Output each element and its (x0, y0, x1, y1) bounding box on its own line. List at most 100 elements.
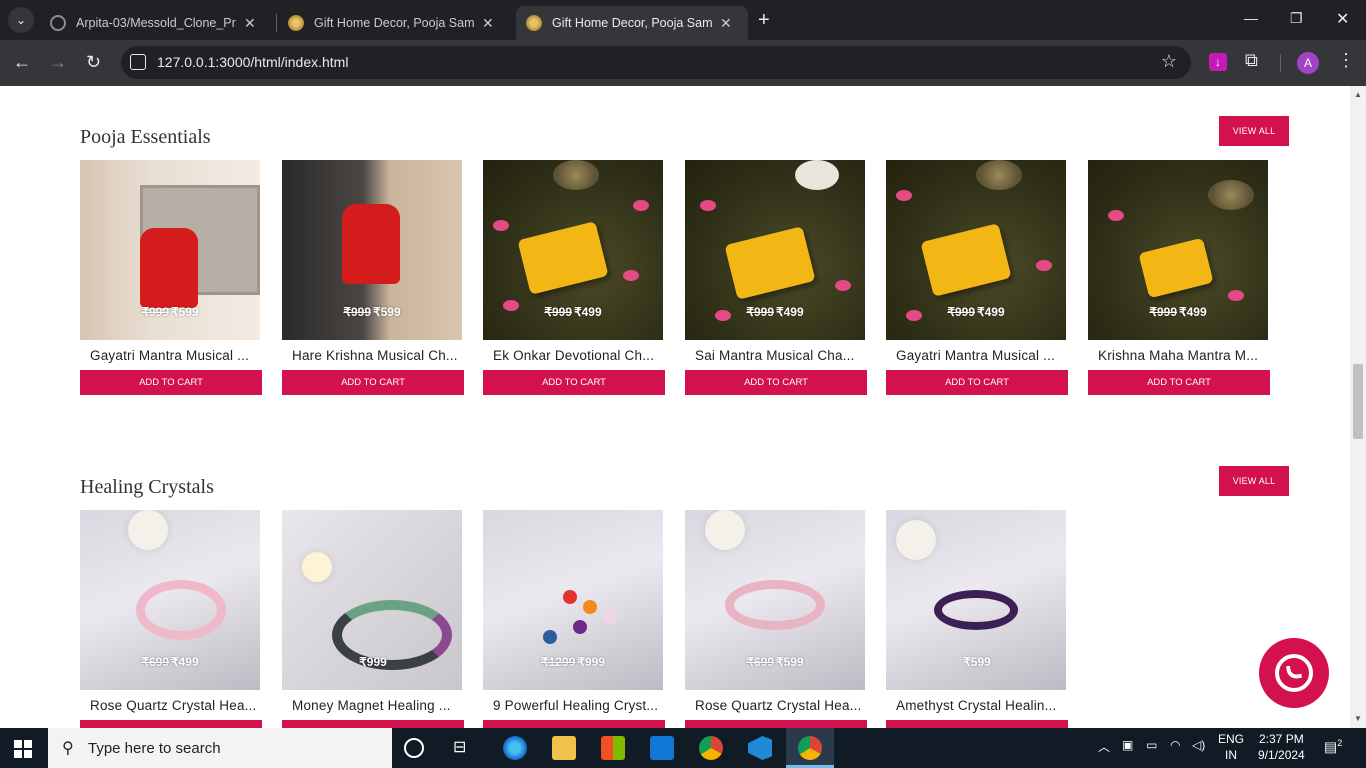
more-menu-icon[interactable]: ⋮ (1337, 50, 1355, 71)
address-bar[interactable]: 127.0.0.1:3000/html/index.html ☆ (121, 46, 1191, 79)
tab-gift-home-decor[interactable]: Gift Home Decor, Pooja Samagr ✕ (278, 6, 512, 40)
product-name[interactable]: Ek Onkar Devotional Ch... (483, 348, 663, 363)
add-to-cart-button[interactable]: ADD TO CART (685, 370, 867, 395)
whatsapp-chat-button[interactable] (1259, 638, 1329, 708)
product-price: ₹599 (963, 655, 991, 669)
product-name[interactable]: Rose Quartz Crystal Hea... (685, 698, 865, 713)
product-image[interactable]: ₹699 ₹599 (685, 510, 865, 690)
product-image[interactable]: ₹999 ₹599 (80, 160, 260, 340)
volume-icon[interactable]: ◁) (1192, 738, 1205, 752)
site-info-icon[interactable] (130, 54, 146, 70)
product-image[interactable]: ₹999 ₹499 (886, 160, 1066, 340)
product-image[interactable]: ₹1299 ₹999 (483, 510, 663, 690)
bookmark-star-icon[interactable]: ☆ (1161, 51, 1177, 72)
search-placeholder[interactable]: Type here to search (88, 740, 221, 757)
tab-search-button[interactable]: ⌄ (8, 7, 34, 33)
page-scrollbar[interactable]: ▲ ▼ (1350, 86, 1366, 728)
lamp-graphic (1208, 180, 1254, 210)
extensions-puzzle-icon[interactable]: ⧉ (1245, 50, 1258, 71)
file-explorer-icon[interactable] (552, 736, 576, 760)
notification-center-icon[interactable]: ▤2 (1324, 738, 1342, 756)
restore-icon[interactable]: ❐ (1290, 10, 1303, 27)
tab-gift-home-decor-active[interactable]: Gift Home Decor, Pooja Samagr ✕ (516, 6, 748, 40)
mail-icon[interactable] (650, 736, 674, 760)
close-window-icon[interactable]: ✕ (1336, 9, 1349, 29)
product-name[interactable]: 9 Powerful Healing Cryst... (483, 698, 663, 713)
tab-github[interactable]: Arpita-03/Messold_Clone_Proje ✕ (40, 6, 274, 40)
profile-avatar[interactable]: A (1297, 52, 1319, 74)
product-image[interactable]: ₹999 ₹499 (483, 160, 663, 340)
scrollbar-thumb[interactable] (1353, 364, 1363, 439)
view-all-button[interactable]: VIEW ALL (1219, 116, 1289, 146)
scroll-up-arrow-icon[interactable]: ▲ (1354, 90, 1362, 99)
add-to-cart-button[interactable]: ADD TO CART (886, 370, 1068, 395)
clock[interactable]: 2:37 PM 9/1/2024 (1258, 731, 1305, 763)
product-card[interactable]: ₹999 ₹499 Sai Mantra Musical Cha... ADD T… (685, 160, 867, 395)
web-page: Pooja Essentials VIEW ALL ₹999 ₹599 Gayat… (0, 86, 1350, 728)
download-extension-icon[interactable]: ↓ (1209, 53, 1227, 71)
product-name[interactable]: Amethyst Crystal Healin... (886, 698, 1066, 713)
product-card[interactable]: ₹599 Amethyst Crystal Healin... (886, 510, 1068, 728)
product-card[interactable]: ₹699 ₹599 Rose Quartz Crystal Hea... (685, 510, 867, 728)
battery-icon[interactable]: ▭ (1146, 738, 1157, 752)
chrome-profile-icon[interactable] (798, 736, 822, 760)
crystal-graphic (603, 610, 617, 624)
product-price: ₹999 ₹499 (544, 305, 602, 319)
language-indicator[interactable]: ENG IN (1218, 731, 1244, 763)
chrome-icon[interactable] (699, 736, 723, 760)
add-to-cart-button[interactable] (80, 720, 262, 728)
product-image[interactable]: ₹699 ₹499 (80, 510, 260, 690)
product-card[interactable]: ₹1299 ₹999 9 Powerful Healing Cryst... (483, 510, 665, 728)
product-card[interactable]: ₹999 Money Magnet Healing ... (282, 510, 464, 728)
close-icon[interactable]: ✕ (482, 15, 494, 32)
product-image[interactable]: ₹999 ₹499 (1088, 160, 1268, 340)
scroll-down-arrow-icon[interactable]: ▼ (1354, 714, 1362, 723)
back-arrow-icon[interactable]: ← (13, 52, 31, 73)
product-card[interactable]: ₹999 ₹599 Gayatri Mantra Musical ... ADD … (80, 160, 262, 395)
new-tab-plus-icon[interactable]: + (758, 9, 770, 32)
product-name[interactable]: Money Magnet Healing ... (282, 698, 462, 713)
add-to-cart-button[interactable] (685, 720, 867, 728)
product-card[interactable]: ₹999 ₹499 Ek Onkar Devotional Ch... ADD T… (483, 160, 665, 395)
add-to-cart-button[interactable]: ADD TO CART (80, 370, 262, 395)
product-card[interactable]: ₹999 ₹499 Krishna Maha Mantra M... ADD TO… (1088, 160, 1270, 395)
add-to-cart-button[interactable] (282, 720, 464, 728)
add-to-cart-button[interactable]: ADD TO CART (483, 370, 665, 395)
view-all-button[interactable]: VIEW ALL (1219, 466, 1289, 496)
product-image[interactable]: ₹599 (886, 510, 1066, 690)
close-icon[interactable]: ✕ (720, 15, 732, 32)
add-to-cart-button[interactable] (483, 720, 665, 728)
product-card[interactable]: ₹999 ₹499 Gayatri Mantra Musical ... ADD … (886, 160, 1068, 395)
windows-start-icon[interactable] (14, 740, 32, 758)
security-icon[interactable]: ▣ (1122, 738, 1133, 752)
product-image[interactable]: ₹999 ₹599 (282, 160, 462, 340)
wifi-icon[interactable]: ◠ (1170, 738, 1180, 752)
product-name[interactable]: Hare Krishna Musical Ch... (282, 348, 462, 363)
product-card[interactable]: ₹699 ₹499 Rose Quartz Crystal Hea... (80, 510, 262, 728)
url-text[interactable]: 127.0.0.1:3000/html/index.html (157, 54, 348, 70)
product-name[interactable]: Krishna Maha Mantra M... (1088, 348, 1268, 363)
reload-icon[interactable]: ↻ (86, 52, 101, 73)
forward-arrow-icon[interactable]: → (49, 52, 67, 73)
product-name[interactable]: Rose Quartz Crystal Hea... (80, 698, 260, 713)
product-name[interactable]: Gayatri Mantra Musical ... (80, 348, 260, 363)
product-card[interactable]: ₹999 ₹599 Hare Krishna Musical Ch... ADD … (282, 160, 464, 395)
microsoft-store-icon[interactable] (601, 736, 625, 760)
add-to-cart-button[interactable]: ADD TO CART (282, 370, 464, 395)
product-name[interactable]: Gayatri Mantra Musical ... (886, 348, 1066, 363)
task-view-icon[interactable]: ⊟ (453, 737, 477, 761)
product-image[interactable]: ₹999 ₹499 (685, 160, 865, 340)
product-price: ₹999 ₹499 (947, 305, 1005, 319)
minimize-icon[interactable]: — (1244, 10, 1258, 26)
vscode-icon[interactable] (748, 736, 772, 760)
taskbar-search-box[interactable]: ⚲ Type here to search (48, 728, 392, 768)
close-icon[interactable]: ✕ (244, 15, 256, 32)
show-hidden-icons-chevron-icon[interactable]: ︿ (1098, 738, 1110, 755)
cortana-icon[interactable] (404, 738, 424, 758)
petal-graphic (623, 270, 639, 281)
add-to-cart-button[interactable]: ADD TO CART (1088, 370, 1270, 395)
edge-icon[interactable] (503, 736, 527, 760)
product-image[interactable]: ₹999 (282, 510, 462, 690)
product-name[interactable]: Sai Mantra Musical Cha... (685, 348, 865, 363)
add-to-cart-button[interactable] (886, 720, 1068, 728)
